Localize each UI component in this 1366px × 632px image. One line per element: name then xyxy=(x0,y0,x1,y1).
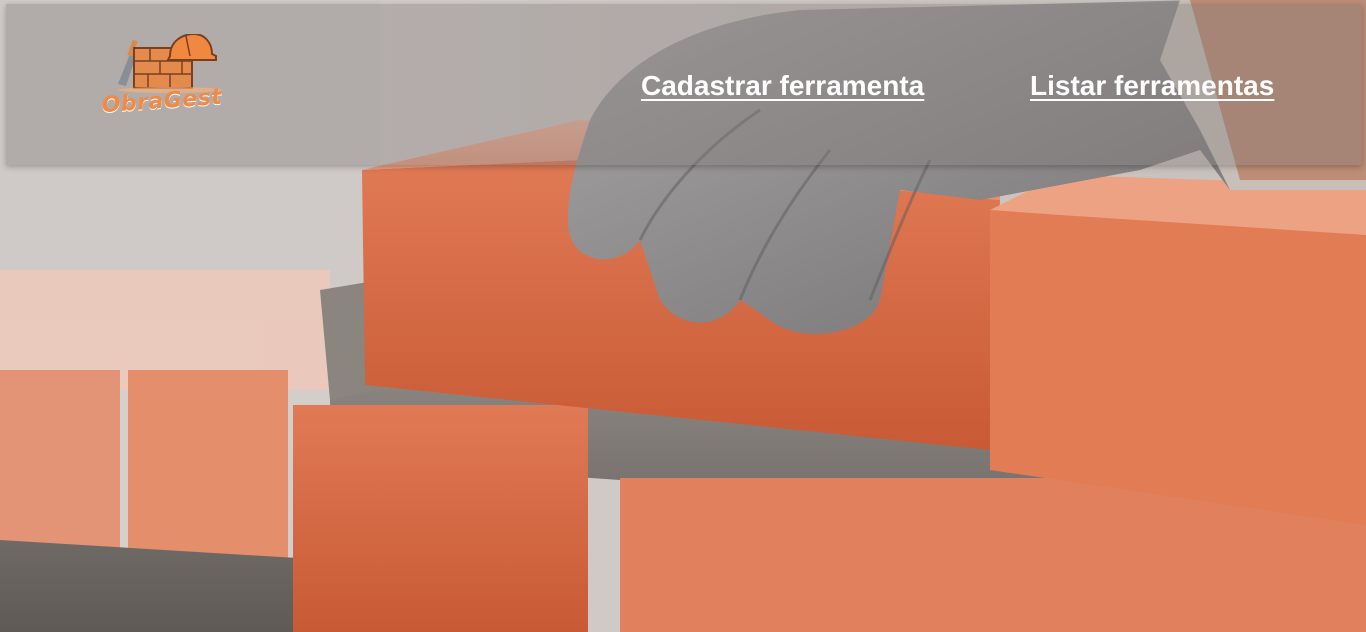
nav-link-listar-ferramentas[interactable]: Listar ferramentas xyxy=(1030,70,1274,102)
nav-link-cadastrar-ferramenta[interactable]: Cadastrar ferramenta xyxy=(641,70,924,102)
obragest-logo[interactable]: ObraGest xyxy=(90,34,234,134)
top-navbar: ObraGest Cadastrar ferramenta Listar fer… xyxy=(6,4,1362,165)
